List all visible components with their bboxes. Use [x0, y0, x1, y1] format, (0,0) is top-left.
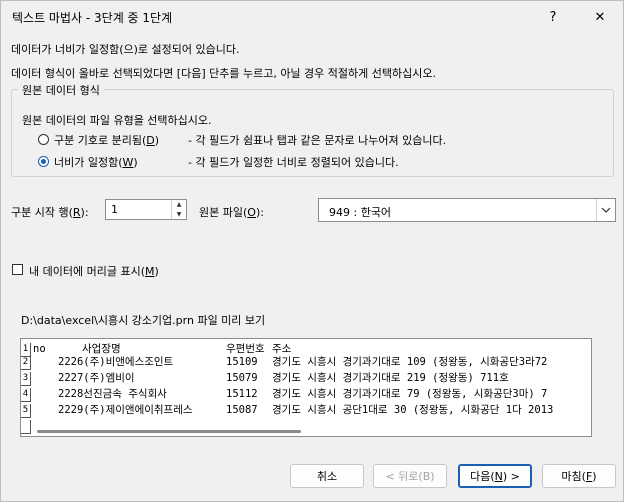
cell-addr: 경기도 시흥시 경기과기대로 109 (정왕동, 시화공단3라72: [272, 356, 548, 368]
preview-pane[interactable]: 1 no 사업장명 우편번호 주소 2 2226(주)비앤에스조인트 15109…: [20, 338, 592, 437]
start-row-spinner[interactable]: 1 ▲ ▼: [105, 199, 187, 220]
file-origin-dropdown[interactable]: 949 : 한국어: [318, 198, 616, 222]
cell-addr: 주소: [272, 343, 292, 355]
row-number: 1: [21, 343, 31, 357]
cell-name: 2226(주)비앤에스조인트: [58, 356, 174, 368]
cell-no: no: [33, 343, 46, 355]
cell-addr: 경기도 시흥시 경기과기대로 79 (정왕동, 시화공단3마) 7: [272, 388, 548, 400]
finish-label-post: ): [592, 469, 597, 483]
cell-addr: 경기도 시흥시 공단1대로 30 (정왕동, 시화공단 1다 2013: [272, 404, 554, 416]
fixed-width-label-end: ): [133, 156, 138, 169]
fixed-width-radio[interactable]: [38, 156, 49, 167]
delimited-hotkey: D: [146, 134, 155, 147]
fixed-width-hotkey: W: [122, 156, 134, 169]
fixed-width-description: - 각 필드가 일정한 너비로 정렬되어 있습니다.: [188, 156, 399, 169]
cell-zip: 우편번호: [226, 343, 265, 355]
row-number: 4: [21, 388, 31, 402]
file-origin-label: 원본 파일(O):: [199, 204, 264, 220]
row-number: 3: [21, 372, 31, 386]
preview-row: 1 no 사업장명 우편번호 주소: [21, 343, 591, 357]
finish-label-pre: 마침(: [561, 470, 586, 483]
next-hotkey: N: [494, 469, 503, 483]
delimited-label-end: ): [154, 134, 160, 147]
fixed-width-radio-label[interactable]: 너비가 일정함(W): [54, 154, 138, 170]
window-title: 텍스트 마법사 - 3단계 중 1단계: [12, 11, 173, 25]
intro-line-2: 데이터 형식이 올바로 선택되었다면 [다음] 단추를 누르고, 아닐 경우 적…: [11, 67, 436, 80]
my-data-has-headers-checkbox[interactable]: [12, 264, 23, 275]
delimited-radio[interactable]: [38, 134, 49, 145]
help-icon[interactable]: ?: [533, 3, 573, 31]
spinner-arrows: ▲ ▼: [171, 200, 186, 219]
next-label-pre: 다음(: [470, 470, 495, 483]
start-row-label-post: ):: [80, 206, 89, 219]
file-origin-hotkey: O: [247, 206, 256, 219]
preview-horizontal-scrollbar[interactable]: [21, 427, 590, 435]
spin-up-icon[interactable]: ▲: [172, 200, 186, 209]
preview-row: 3 2227(주)엠비이 15079 경기도 시흥시 경기과기대로 219 (정…: [21, 372, 591, 386]
source-format-prompt: 원본 데이터의 파일 유형을 선택하십시오.: [22, 114, 212, 127]
next-button[interactable]: 다음(N) >: [458, 464, 532, 488]
intro-line-1: 데이터가 너비가 일정함(으)로 설정되어 있습니다.: [11, 43, 240, 56]
delimited-radio-label[interactable]: 구분 기호로 분리됨(D): [54, 132, 159, 148]
preview-row: 5 2229(주)제이앤에이취프레스 15087 경기도 시흥시 공단1대로 3…: [21, 404, 591, 418]
cell-addr: 경기도 시흥시 경기과기대로 219 (정왕동) 711호: [272, 372, 509, 384]
delimited-description: - 각 필드가 쉼표나 탭과 같은 문자로 나누어져 있습니다.: [188, 134, 447, 147]
file-origin-value: 949 : 한국어: [329, 206, 392, 219]
cancel-button[interactable]: 취소: [290, 464, 364, 488]
headers-label-post: ): [154, 265, 159, 278]
chevron-down-icon[interactable]: [596, 199, 615, 221]
finish-button[interactable]: 마침(F): [542, 464, 616, 488]
row-number: 5: [21, 404, 31, 418]
row-number: 2: [21, 356, 31, 370]
back-button[interactable]: < 뒤로(B): [373, 464, 447, 488]
preview-caption: D:\data\excel\시흥시 강소기업.prn 파일 미리 보기: [21, 314, 266, 327]
headers-checkbox-label[interactable]: 내 데이터에 머리글 표시(M): [29, 263, 159, 279]
next-label-post: ) >: [502, 469, 520, 483]
file-origin-label-post: ):: [255, 206, 264, 219]
preview-row: 2 2226(주)비앤에스조인트 15109 경기도 시흥시 경기과기대로 10…: [21, 356, 591, 370]
start-row-hotkey: R: [72, 206, 81, 219]
start-row-label: 구분 시작 행(R):: [11, 204, 89, 220]
cell-name: 사업장명: [82, 343, 121, 355]
scrollbar-thumb[interactable]: [37, 430, 301, 433]
cell-name: 2228선진금속 주식회사: [58, 388, 167, 400]
text-import-wizard-dialog: 텍스트 마법사 - 3단계 중 1단계 ? ✕ 데이터가 너비가 일정함(으)로…: [0, 0, 624, 502]
cell-zip: 15109: [226, 356, 258, 368]
spin-down-icon[interactable]: ▼: [172, 210, 186, 219]
cell-name: 2229(주)제이앤에이취프레스: [58, 404, 193, 416]
cell-zip: 15112: [226, 388, 258, 400]
title-bar: 텍스트 마법사 - 3단계 중 1단계 ? ✕: [1, 1, 623, 32]
cell-name: 2227(주)엠비이: [58, 372, 135, 384]
preview-row: 4 2228선진금속 주식회사 15112 경기도 시흥시 경기과기대로 79 …: [21, 388, 591, 402]
fixed-width-label-text: 너비가 일정함(: [54, 156, 123, 169]
source-format-legend: 원본 데이터 형식: [18, 82, 104, 98]
start-row-value[interactable]: 1: [111, 203, 118, 216]
cell-zip: 15087: [226, 404, 258, 416]
file-origin-label-pre: 원본 파일(: [199, 206, 248, 219]
delimited-label-text: 구분 기호로 분리됨(: [54, 134, 147, 147]
close-icon[interactable]: ✕: [580, 3, 620, 31]
start-row-label-pre: 구분 시작 행(: [11, 206, 73, 219]
cell-zip: 15079: [226, 372, 258, 384]
headers-label-pre: 내 데이터에 머리글 표시(: [29, 265, 145, 278]
